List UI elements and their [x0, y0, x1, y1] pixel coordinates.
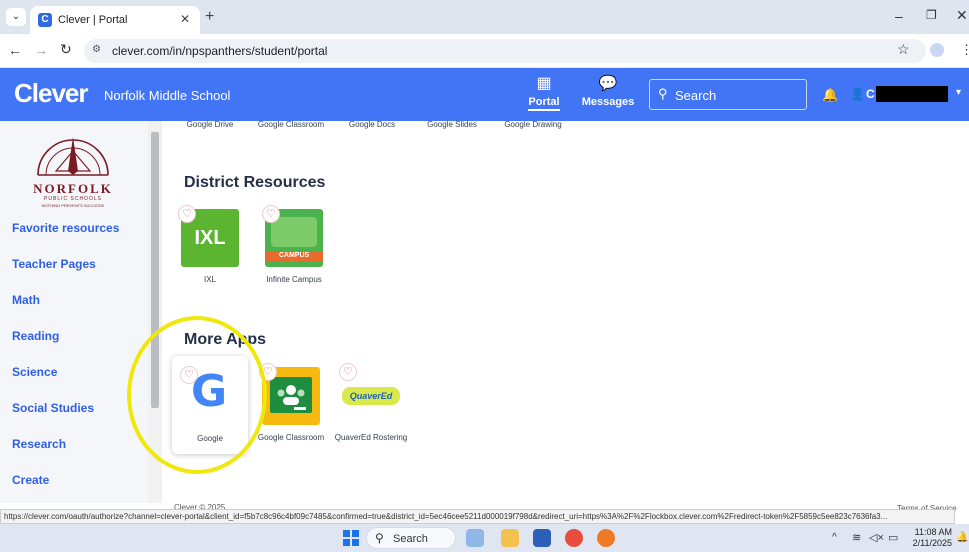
url-field[interactable]: ⚙ clever.com/in/npspanthers/student/port…	[84, 39, 926, 63]
file-explorer-icon[interactable]	[501, 529, 519, 547]
new-tab-icon[interactable]: +	[205, 8, 214, 26]
app-label-google-slides[interactable]: Google Slides	[417, 120, 487, 129]
sidebar-item-favorite-resources[interactable]: Favorite resources	[12, 221, 119, 235]
sidebar-item-create[interactable]: Create	[12, 473, 49, 487]
clock-time[interactable]: 11:08 AM	[912, 527, 952, 537]
quavered-logo: QuaverEd	[342, 387, 400, 405]
clock-date[interactable]: 2/11/2025	[905, 538, 952, 548]
heart-icon[interactable]: ♡	[262, 205, 280, 223]
user-name-initial[interactable]: C	[866, 87, 875, 101]
school-name: Norfolk Middle School	[104, 88, 231, 103]
bell-icon[interactable]: 🔔	[822, 87, 838, 103]
search-icon: ⚲	[375, 531, 384, 545]
window-close-icon[interactable]: ✕	[956, 7, 968, 24]
volume-icon[interactable]: ◁×	[869, 531, 884, 544]
sidebar-item-math[interactable]: Math	[12, 293, 40, 307]
campus-map-shape	[271, 217, 317, 247]
logo-subtitle: PUBLIC SCHOOLS	[44, 196, 102, 202]
forward-arrow-icon[interactable]: →	[34, 42, 48, 58]
app-label-google-drive[interactable]: Google Drive	[175, 120, 245, 129]
sidebar-item-science[interactable]: Science	[12, 365, 57, 379]
back-arrow-icon[interactable]: ←	[8, 42, 22, 58]
taskbar-search-input[interactable]: ⚲ Search	[366, 527, 456, 549]
search-icon: ⚲	[658, 86, 668, 101]
profile-avatar-icon[interactable]	[930, 43, 944, 57]
address-bar-row: ← → ↻ ⚙ clever.com/in/npspanthers/studen…	[0, 34, 969, 68]
portal-nav-button[interactable]: ▦ Portal	[524, 76, 564, 116]
norfolk-schools-logo: NORFOLK PUBLIC SCHOOLS NOTHING PREVENTS …	[18, 131, 128, 211]
status-bar-url: https://clever.com/oauth/authorize?chann…	[0, 509, 955, 524]
app-label-ixl: IXL	[203, 275, 216, 284]
logo-tagline: NOTHING PREVENTS SUCCESS!	[41, 203, 105, 208]
browser-tab[interactable]: C Clever | Portal ✕	[30, 6, 200, 34]
sidebar-item-reading[interactable]: Reading	[12, 329, 59, 343]
app-label-google-classroom-top[interactable]: Google Classroom	[256, 120, 326, 129]
heart-icon[interactable]: ♡	[178, 205, 196, 223]
wifi-icon[interactable]: ≋	[852, 531, 861, 544]
tab-title: Clever | Portal	[58, 14, 128, 26]
district-resources-title: District Resources	[184, 174, 326, 191]
taskbar-search-label: Search	[393, 533, 428, 545]
campus-band: CAMPUS	[265, 251, 323, 261]
url-text: clever.com/in/npspanthers/student/portal	[112, 44, 328, 58]
portal-label: Portal	[528, 96, 560, 111]
search-label: Search	[675, 88, 717, 103]
store-icon[interactable]	[533, 529, 551, 547]
windows-taskbar: ⚲ Search ^ ≋ ◁× ▭ 11:08 AM 2/11/2025 🔔	[0, 524, 969, 552]
browser-menu-icon[interactable]: ⋮	[960, 42, 969, 58]
search-input[interactable]: ⚲ Search	[649, 79, 807, 110]
sidebar-item-social-studies[interactable]: Social Studies	[12, 401, 94, 415]
minimize-icon[interactable]: –	[895, 8, 903, 24]
firefox-icon[interactable]	[597, 529, 615, 547]
notification-bell-icon[interactable]: 🔔	[956, 532, 968, 543]
app-label-google-docs[interactable]: Google Docs	[337, 120, 407, 129]
site-info-icon[interactable]: ⚙	[92, 44, 101, 55]
widgets-icon[interactable]	[466, 529, 484, 547]
clever-favicon-icon: C	[38, 13, 52, 27]
highlight-circle-annotation	[127, 316, 267, 474]
reload-icon[interactable]: ↻	[60, 41, 72, 58]
sidebar-item-teacher-pages[interactable]: Teacher Pages	[12, 257, 96, 271]
restore-icon[interactable]: ❐	[926, 8, 937, 22]
clever-logo[interactable]: Clever	[14, 78, 88, 109]
windows-start-icon[interactable]	[343, 530, 359, 546]
user-menu-caret-icon[interactable]: ▾	[956, 87, 961, 98]
messages-label: Messages	[581, 96, 635, 108]
chat-bubble-icon: 💬	[598, 75, 618, 92]
battery-icon[interactable]: ▭	[888, 531, 898, 544]
grid-icon: ▦	[536, 75, 552, 92]
compass-emblem-icon	[37, 137, 109, 176]
classroom-board-icon	[270, 377, 312, 413]
tab-close-icon[interactable]: ✕	[180, 12, 190, 26]
bookmark-star-icon[interactable]: ☆	[897, 41, 910, 58]
browser-tab-strip: ⌄ C Clever | Portal ✕ + – ❐ ✕	[0, 0, 969, 34]
chrome-icon[interactable]	[565, 529, 583, 547]
sidebar: NORFOLK PUBLIC SCHOOLS NOTHING PREVENTS …	[0, 121, 148, 503]
messages-nav-button[interactable]: 💬 Messages	[578, 76, 638, 116]
app-label-google-classroom: Google Classroom	[257, 433, 325, 442]
tab-search-icon[interactable]: ⌄	[6, 8, 26, 26]
tray-caret-icon[interactable]: ^	[832, 532, 837, 543]
app-label-quavered: QuaverEd Rostering	[334, 433, 408, 442]
sidebar-item-research[interactable]: Research	[12, 437, 66, 451]
logo-word: NORFOLK	[33, 181, 113, 196]
user-icon[interactable]: 👤	[850, 87, 865, 101]
app-label-google-drawing[interactable]: Google Drawing	[498, 120, 568, 129]
app-label-infinite-campus: Infinite Campus	[266, 275, 322, 284]
clever-header: Clever Norfolk Middle School ▦ Portal 💬 …	[0, 68, 969, 121]
heart-icon[interactable]: ♡	[339, 363, 357, 381]
redacted-user-name	[876, 86, 948, 102]
classroom-people-icon	[277, 385, 306, 410]
